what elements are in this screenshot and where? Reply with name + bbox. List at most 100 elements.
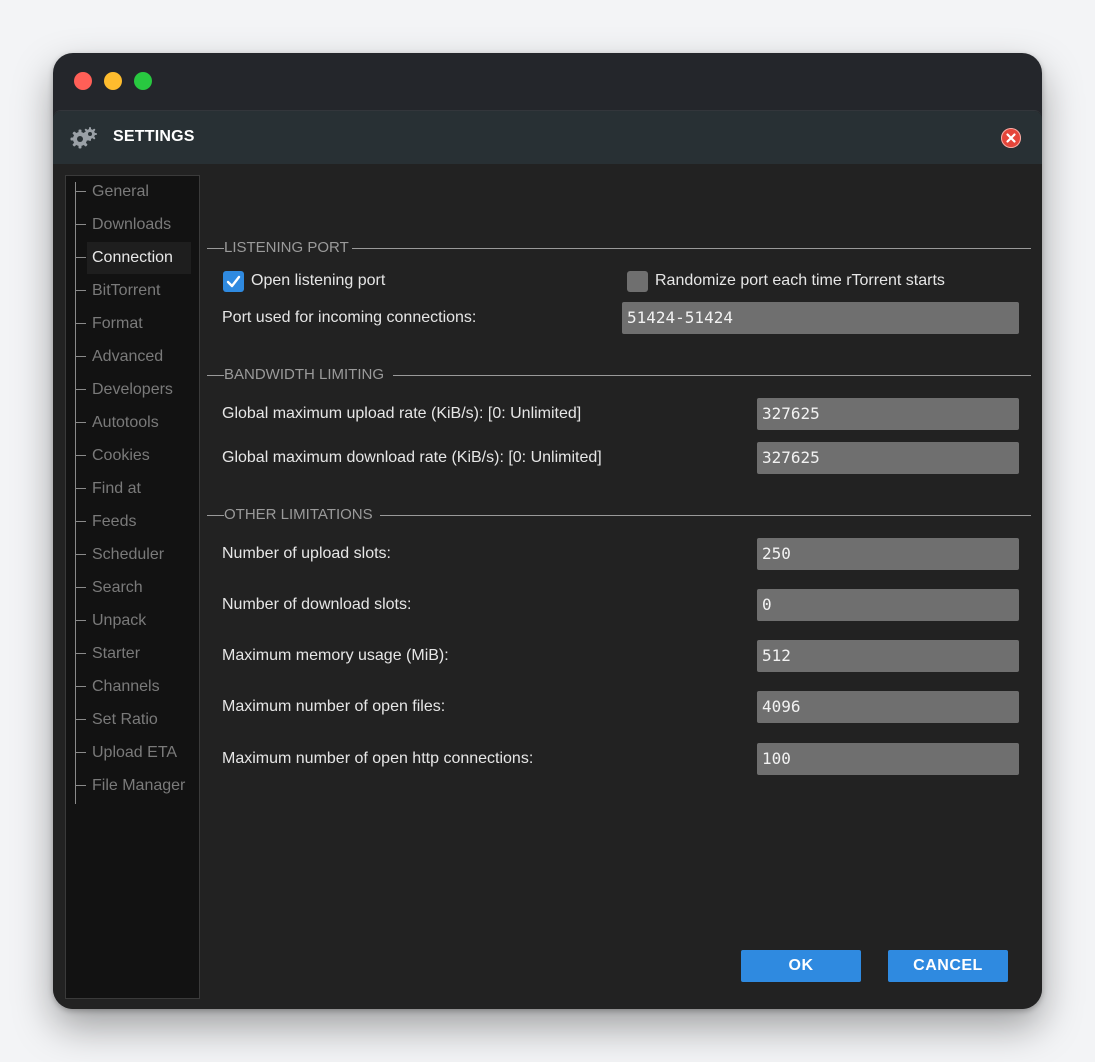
sidebar-item-search[interactable]: Search [75, 572, 195, 604]
sidebar-item-label: Advanced [92, 348, 164, 365]
sidebar-item-label: Upload ETA [92, 744, 178, 761]
open-files-label: Maximum number of open files: [222, 698, 446, 715]
settings-sidebar: General Downloads Connection BitTorrent Form… [65, 175, 200, 999]
upload-slots-label: Number of upload slots: [222, 545, 391, 562]
http-connections-label: Maximum number of open http connections: [222, 750, 534, 767]
dialog-titlebar: SETTINGS [53, 111, 1042, 164]
tree-branch [75, 389, 86, 390]
sidebar-item-downloads[interactable]: Downloads [75, 209, 195, 241]
sidebar-item-label: File Manager [92, 777, 186, 794]
sidebar-item-autotools[interactable]: Autotools [75, 407, 195, 439]
open-files-input[interactable] [757, 691, 1019, 723]
sidebar-item-general[interactable]: General [75, 176, 195, 208]
window-close-dot[interactable] [74, 72, 92, 90]
sidebar-item-channels[interactable]: Channels [75, 671, 195, 703]
memory-usage-label: Maximum memory usage (MiB): [222, 647, 449, 664]
port-label: Port used for incoming connections: [222, 309, 477, 326]
tree-branch [75, 290, 86, 291]
tree-branch [75, 521, 86, 522]
tree-branch [75, 587, 86, 588]
tree-branch [75, 554, 86, 555]
section-rule-left [207, 375, 224, 376]
download-slots-input[interactable] [757, 589, 1019, 621]
sidebar-item-label: Feeds [92, 513, 137, 530]
sidebar-item-upload-eta[interactable]: Upload ETA [75, 737, 195, 769]
tree-branch [75, 686, 86, 687]
sidebar-item-label: Connection [87, 242, 191, 274]
http-connections-input[interactable] [757, 743, 1019, 775]
tree-branch [75, 620, 86, 621]
tree-branch [75, 422, 86, 423]
upload-slots-input[interactable] [757, 538, 1019, 570]
open-port-label: Open listening port [251, 272, 386, 289]
app-window: SETTINGS General Downloads Connection BitTo… [53, 53, 1042, 1009]
sidebar-item-label: Cookies [92, 447, 150, 464]
sidebar-item-label: General [92, 183, 149, 200]
sidebar-item-developers[interactable]: Developers [75, 374, 195, 406]
sidebar-item-label: Unpack [92, 612, 147, 629]
cancel-button[interactable]: CANCEL [888, 950, 1008, 982]
close-icon [1006, 133, 1016, 143]
sidebar-item-advanced[interactable]: Advanced [75, 341, 195, 373]
tree-branch [75, 224, 86, 225]
section-bandwidth: BANDWIDTH LIMITING [207, 365, 1031, 385]
tree-branch [75, 488, 86, 489]
gears-icon [70, 127, 97, 149]
checkmark-icon [226, 275, 241, 288]
tree-branch [75, 356, 86, 357]
tree-branch [75, 455, 86, 456]
sidebar-item-label: Format [92, 315, 143, 332]
tree-branch [75, 752, 86, 753]
randomize-port-checkbox[interactable] [627, 271, 648, 292]
open-port-checkbox[interactable] [223, 271, 244, 292]
tree-branch [75, 785, 86, 786]
sidebar-item-find-at[interactable]: Find at [75, 473, 195, 505]
sidebar-item-starter[interactable]: Starter [75, 638, 195, 670]
sidebar-item-scheduler[interactable]: Scheduler [75, 539, 195, 571]
section-rule-right [393, 375, 1031, 376]
dialog-close-button[interactable] [1001, 128, 1021, 148]
section-other-limitations: OTHER LIMITATIONS [207, 505, 1031, 525]
sidebar-item-file-manager[interactable]: File Manager [75, 770, 195, 802]
sidebar-item-unpack[interactable]: Unpack [75, 605, 195, 637]
section-rule-right [352, 248, 1031, 249]
sidebar-item-feeds[interactable]: Feeds [75, 506, 195, 538]
tree-branch [75, 653, 86, 654]
sidebar-item-label: Find at [92, 480, 141, 497]
ok-button[interactable]: OK [741, 950, 861, 982]
memory-usage-input[interactable] [757, 640, 1019, 672]
section-title-other: OTHER LIMITATIONS [224, 506, 373, 523]
section-rule-left [207, 248, 224, 249]
sidebar-item-bittorrent[interactable]: BitTorrent [75, 275, 195, 307]
sidebar-item-label: Developers [92, 381, 173, 398]
upload-rate-input[interactable] [757, 398, 1019, 430]
sidebar-item-label: Autotools [92, 414, 159, 431]
sidebar-item-label: Set Ratio [92, 711, 158, 728]
randomize-port-label: Randomize port each time rTorrent starts [655, 272, 945, 289]
sidebar-item-label: BitTorrent [92, 282, 161, 299]
download-rate-label: Global maximum download rate (KiB/s): [0… [222, 449, 602, 466]
tree-branch [75, 191, 86, 192]
section-listening-port: LISTENING PORT [207, 238, 1031, 258]
sidebar-item-label: Scheduler [92, 546, 165, 563]
tree-branch [75, 257, 86, 258]
sidebar-item-set-ratio[interactable]: Set Ratio [75, 704, 195, 736]
window-minimize-dot[interactable] [104, 72, 122, 90]
download-rate-input[interactable] [757, 442, 1019, 474]
section-title-bandwidth: BANDWIDTH LIMITING [224, 366, 384, 383]
sidebar-item-label: Downloads [92, 216, 172, 233]
tree-branch [75, 323, 86, 324]
sidebar-item-format[interactable]: Format [75, 308, 195, 340]
section-title-listening-port: LISTENING PORT [224, 239, 349, 256]
port-input[interactable] [622, 302, 1019, 334]
dialog-title: SETTINGS [113, 128, 195, 145]
sidebar-item-cookies[interactable]: Cookies [75, 440, 195, 472]
section-rule-right [380, 515, 1031, 516]
window-maximize-dot[interactable] [134, 72, 152, 90]
sidebar-item-label: Channels [92, 678, 160, 695]
download-slots-label: Number of download slots: [222, 596, 412, 613]
sidebar-item-connection[interactable]: Connection [75, 242, 195, 274]
section-rule-left [207, 515, 224, 516]
sidebar-item-label: Starter [92, 645, 141, 662]
sidebar-item-label: Search [92, 579, 143, 596]
